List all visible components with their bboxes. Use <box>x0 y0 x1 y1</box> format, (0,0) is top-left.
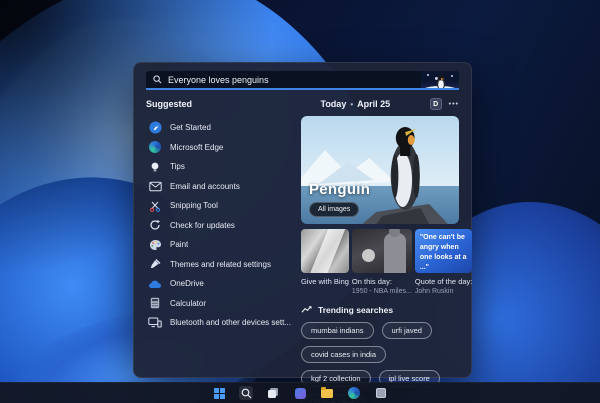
header-actions: D ••• <box>429 98 459 111</box>
card-subtitle: 1950 - NBA miles... <box>351 287 412 295</box>
daily-cards-row: Give with Bing On this day: 1950 - NBA m… <box>300 229 473 296</box>
search-icon <box>153 75 162 84</box>
penguin-decoration <box>421 71 459 89</box>
sidebar-item-label: Calculator <box>170 298 207 308</box>
sidebar-item-label: Snipping Tool <box>170 201 218 211</box>
sidebar-item-label: Paint <box>170 240 189 250</box>
sidebar-item-label: Check for updates <box>170 220 235 230</box>
sidebar-item-label: Tips <box>170 162 185 172</box>
suggested-heading: Suggested <box>146 99 193 110</box>
sidebar-item-label: Email and accounts <box>170 181 240 191</box>
desktop: Suggested Today • April 25 D ••• Get Sta… <box>0 0 600 403</box>
penguin-hero-card[interactable]: Penguin All images <box>300 116 459 225</box>
hero-title: Penguin <box>308 181 371 199</box>
dot-separator: • <box>350 99 354 109</box>
sidebar-item-label: Themes and related settings <box>170 259 271 269</box>
date-heading: Today • April 25 <box>281 99 430 109</box>
quote-text: "One can't be angry when one looks at a … <box>419 234 467 272</box>
sidebar-item-label: Get Started <box>170 123 211 133</box>
refresh-icon <box>148 218 162 232</box>
paint-palette-icon <box>148 238 162 252</box>
envelope-icon <box>148 179 162 193</box>
task-view-icon <box>268 388 278 398</box>
card-caption: On this day: <box>351 277 392 287</box>
sidebar-item-check-updates[interactable]: Check for updates <box>146 216 291 236</box>
trending-title: Trending searches <box>317 304 394 315</box>
suggested-list: Get Started Microsoft Edge Tips Email an… <box>146 116 291 367</box>
store-button[interactable] <box>374 386 388 400</box>
taskbar-search-button[interactable] <box>239 386 253 400</box>
lightbulb-icon <box>148 160 162 174</box>
user-avatar[interactable]: D <box>429 98 442 111</box>
onedrive-cloud-icon <box>148 277 162 291</box>
trending-chip[interactable]: urfi javed <box>381 321 432 339</box>
trending-header: Trending searches <box>301 305 459 315</box>
card-subtitle: John Ruskin <box>414 287 454 295</box>
get-started-icon <box>148 121 162 135</box>
search-input[interactable] <box>168 74 421 85</box>
give-with-bing-photo <box>300 229 349 274</box>
scissors-icon <box>148 199 162 213</box>
sidebar-item-snipping-tool[interactable]: Snipping Tool <box>146 196 291 216</box>
daily-content: Penguin All images Give with Bing On thi… <box>291 116 473 403</box>
paintbrush-icon <box>148 257 162 271</box>
more-options-icon[interactable]: ••• <box>449 101 459 108</box>
panel-body: Get Started Microsoft Edge Tips Email an… <box>146 116 473 403</box>
trending-chip[interactable]: covid cases in india <box>300 345 387 363</box>
file-explorer-button[interactable] <box>320 386 334 400</box>
search-flyout-panel: Suggested Today • April 25 D ••• Get Sta… <box>133 62 473 403</box>
sidebar-item-onedrive[interactable]: OneDrive <box>146 274 291 294</box>
sidebar-item-calculator[interactable]: Calculator <box>146 294 291 314</box>
sidebar-item-themes[interactable]: Themes and related settings <box>146 255 291 275</box>
quote-of-the-day-card[interactable]: "One can't be angry when one looks at a … <box>414 229 473 296</box>
calculator-icon <box>148 296 162 310</box>
sidebar-item-label: Bluetooth and other devices sett... <box>170 318 291 328</box>
today-label: Today <box>320 99 347 110</box>
windows-logo-icon <box>213 387 225 399</box>
task-view-button[interactable] <box>266 386 280 400</box>
sidebar-item-label: Microsoft Edge <box>170 142 224 152</box>
sidebar-item-label: OneDrive <box>170 279 204 289</box>
widgets-icon <box>294 387 306 399</box>
edge-button[interactable] <box>347 386 361 400</box>
panel-header: Suggested Today • April 25 D ••• <box>146 98 459 111</box>
search-icon <box>241 388 251 398</box>
card-caption: Give with Bing <box>300 277 349 287</box>
start-button[interactable] <box>212 386 226 400</box>
card-caption: Quote of the day: <box>414 277 473 287</box>
on-this-day-card[interactable]: On this day: 1950 - NBA miles... <box>351 229 412 296</box>
sidebar-item-get-started[interactable]: Get Started <box>146 118 291 138</box>
give-with-bing-card[interactable]: Give with Bing <box>300 229 349 296</box>
store-icon <box>376 388 386 398</box>
sidebar-item-email-accounts[interactable]: Email and accounts <box>146 177 291 197</box>
taskbar <box>0 382 600 403</box>
folder-icon <box>321 386 333 398</box>
quote-background: "One can't be angry when one looks at a … <box>414 229 473 274</box>
sidebar-item-bluetooth-devices[interactable]: Bluetooth and other devices sett... <box>146 313 291 333</box>
search-box[interactable] <box>146 71 459 91</box>
sidebar-item-paint[interactable]: Paint <box>146 235 291 255</box>
sidebar-item-tips[interactable]: Tips <box>146 157 291 177</box>
date-label: April 25 <box>357 99 391 110</box>
trending-chip[interactable]: mumbai indians <box>300 321 374 339</box>
edge-icon <box>148 140 162 154</box>
widgets-button[interactable] <box>293 386 307 400</box>
sidebar-item-microsoft-edge[interactable]: Microsoft Edge <box>146 138 291 158</box>
edge-icon <box>348 387 360 399</box>
devices-icon <box>148 316 162 330</box>
trending-up-icon <box>301 306 312 313</box>
on-this-day-photo <box>351 229 412 274</box>
all-images-button[interactable]: All images <box>308 202 360 218</box>
